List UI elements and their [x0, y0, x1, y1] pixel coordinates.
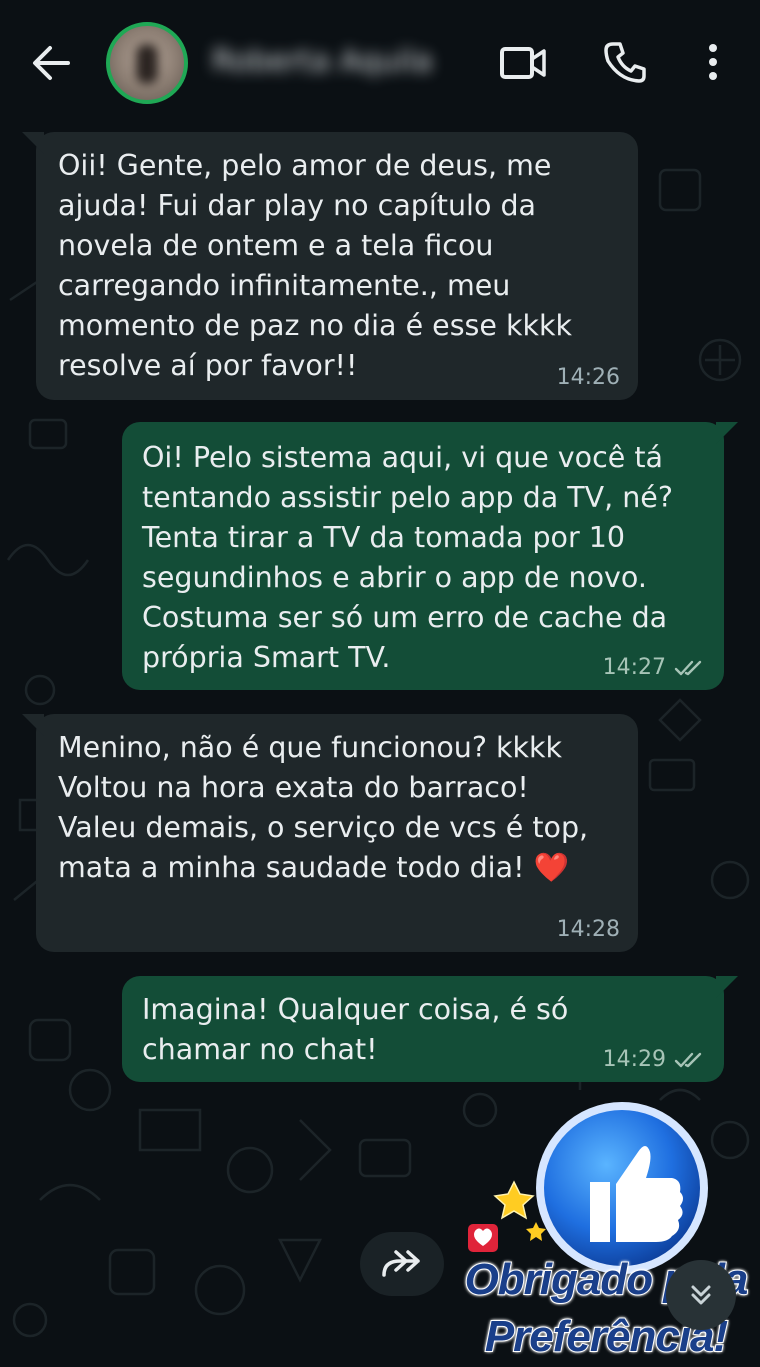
bubble-tail [22, 714, 44, 736]
message-bubble-outgoing[interactable]: Oi! Pelo sistema aqui, vi que você tá te… [122, 422, 738, 690]
read-ticks-icon [674, 660, 702, 676]
bubble-tail [22, 132, 44, 154]
contact-avatar[interactable] [106, 22, 188, 104]
scroll-to-bottom-button[interactable] [666, 1260, 736, 1330]
message-time: 14:29 [602, 1047, 666, 1072]
message-time: 14:26 [556, 365, 620, 390]
message-bubble-incoming[interactable]: Menino, não é que funcionou? kkkk Voltou… [22, 714, 638, 952]
message-meta: 14:27 [603, 654, 706, 682]
chevrons-down-icon [691, 1285, 711, 1305]
message-text: Oii! Gente, pelo amor de deus, me ajuda!… [58, 149, 573, 382]
message-text: Oi! Pelo sistema aqui, vi que você tá te… [142, 441, 673, 674]
forward-button[interactable] [360, 1232, 444, 1296]
message-meta: 14:26 [557, 364, 620, 392]
more-vertical-icon[interactable] [696, 38, 730, 88]
forward-icon [382, 1250, 420, 1277]
video-camera-icon[interactable] [498, 40, 548, 86]
message-meta: 14:28 [557, 916, 620, 944]
message-time: 14:28 [556, 917, 620, 942]
bubble-tail [716, 976, 738, 998]
message-text: Menino, não é que funcionou? kkkk Voltou… [58, 731, 589, 884]
bubble-tail [716, 422, 738, 444]
contact-name[interactable]: Roberta Aquila [212, 42, 472, 82]
phone-icon[interactable] [600, 38, 650, 88]
message-bubble-outgoing[interactable]: Imagina! Qualquer coisa, é só chamar no … [122, 976, 738, 1082]
read-ticks-icon [674, 1052, 702, 1068]
message-time: 14:27 [602, 655, 666, 680]
chat-header: Roberta Aquila [0, 0, 760, 122]
message-bubble-incoming[interactable]: Oii! Gente, pelo amor de deus, me ajuda!… [22, 132, 638, 400]
arrow-left-icon[interactable] [28, 40, 74, 86]
message-meta: 14:29 [603, 1046, 706, 1074]
